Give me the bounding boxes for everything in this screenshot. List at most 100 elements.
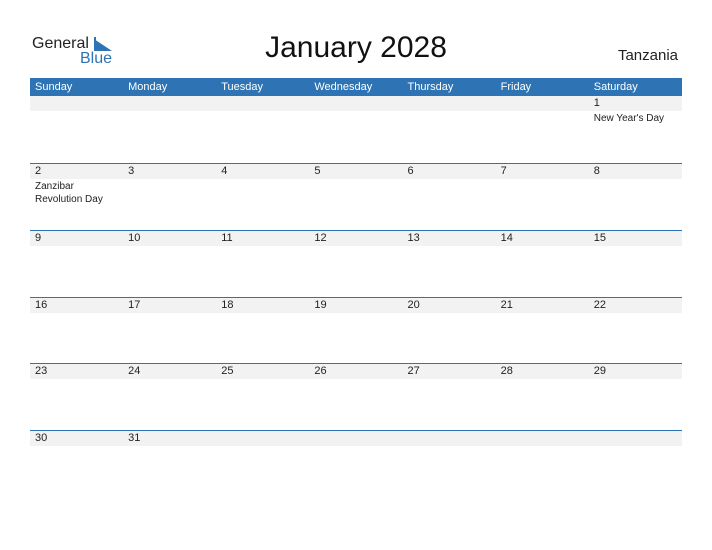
day-cell: 24 [123, 364, 216, 380]
day-cell: 1 New Year's Day [589, 96, 682, 125]
day-number [314, 96, 402, 111]
day-number [501, 431, 589, 446]
day-cell: 14 [496, 231, 589, 247]
weekday-sunday: Sunday [35, 81, 73, 93]
day-cell: 22 [589, 298, 682, 314]
day-number: 31 [128, 432, 141, 444]
day-number: 25 [221, 365, 234, 377]
day-number: 20 [407, 299, 420, 311]
day-cell: 6 [403, 164, 496, 206]
day-cell: 18 [216, 298, 309, 314]
day-number [35, 96, 123, 111]
holiday-label: New Year's Day [593, 113, 665, 124]
day-number [221, 431, 309, 446]
day-cell: 21 [496, 298, 589, 314]
day-cell: 17 [123, 298, 216, 314]
week-row: 16 17 18 19 20 21 22 [30, 297, 682, 364]
day-cell: 19 [309, 298, 402, 314]
day-cell: 26 [309, 364, 402, 380]
country-label: Tanzania [617, 47, 678, 64]
week-cells: 30 31 [30, 431, 682, 447]
day-cell: 27 [403, 364, 496, 380]
day-cell: 30 [30, 431, 123, 447]
day-number: 29 [593, 365, 606, 377]
day-cell [216, 96, 309, 125]
day-number: 14 [500, 232, 513, 244]
day-number: 23 [35, 365, 48, 377]
day-number: 6 [407, 165, 414, 177]
day-cell: 29 [589, 364, 682, 380]
day-cell: 15 [589, 231, 682, 247]
day-cell: 23 [30, 364, 123, 380]
weekday-saturday: Saturday [593, 81, 638, 93]
day-number: 26 [314, 365, 327, 377]
day-cell: 25 [216, 364, 309, 380]
day-number [408, 96, 496, 111]
day-cell [309, 431, 402, 447]
day-number: 5 [314, 165, 321, 177]
day-number [408, 431, 496, 446]
day-cell [123, 96, 216, 125]
day-number: 15 [593, 232, 606, 244]
day-number: 28 [500, 365, 513, 377]
day-cell: 10 [123, 231, 216, 247]
weekday-thursday: Thursday [407, 81, 454, 93]
day-cell [496, 96, 589, 125]
day-number: 18 [221, 299, 234, 311]
day-cell: 12 [309, 231, 402, 247]
day-cell: 9 [30, 231, 123, 247]
day-cell: 2 Zanzibar Revolution Day [30, 164, 123, 206]
weekday-wednesday: Wednesday [314, 81, 373, 93]
week-cells: 1 New Year's Day [30, 96, 682, 125]
weekday-monday: Monday [128, 81, 168, 93]
day-cell: 5 [309, 164, 402, 206]
day-number: 13 [407, 232, 420, 244]
day-cell: 8 [589, 164, 682, 206]
day-cell [403, 431, 496, 447]
day-cell: 11 [216, 231, 309, 247]
day-number: 1 [593, 97, 600, 109]
day-number: 22 [593, 299, 606, 311]
day-number: 24 [128, 365, 141, 377]
day-cell: 13 [403, 231, 496, 247]
day-number: 10 [128, 232, 141, 244]
week-row: 30 31 [30, 430, 682, 497]
day-cell: 16 [30, 298, 123, 314]
day-cell [309, 96, 402, 125]
day-number: 16 [35, 299, 48, 311]
day-cell: 31 [123, 431, 216, 447]
day-number [594, 431, 682, 446]
day-cell: 4 [216, 164, 309, 206]
weekday-tuesday: Tuesday [221, 81, 264, 93]
day-cell [496, 431, 589, 447]
day-number: 30 [35, 432, 48, 444]
day-number: 27 [407, 365, 420, 377]
week-row: 9 10 11 12 13 14 15 [30, 230, 682, 297]
weekday-header: Sunday Monday Tuesday Wednesday Thursday… [30, 78, 682, 96]
day-number [128, 96, 216, 111]
day-number: 2 [35, 165, 42, 177]
day-number [314, 431, 402, 446]
day-number: 19 [314, 299, 327, 311]
day-number: 4 [221, 165, 228, 177]
day-number: 3 [128, 165, 135, 177]
week-cells: 16 17 18 19 20 21 22 [30, 298, 682, 314]
weekday-friday: Friday [500, 81, 532, 93]
day-cell [403, 96, 496, 125]
day-number: 8 [593, 165, 600, 177]
day-number: 12 [314, 232, 327, 244]
week-row: 23 24 25 26 27 28 29 [30, 363, 682, 430]
week-cells: 2 Zanzibar Revolution Day 3 4 5 6 7 8 [30, 164, 682, 206]
day-number: 17 [128, 299, 141, 311]
day-number: 9 [35, 232, 42, 244]
week-cells: 9 10 11 12 13 14 15 [30, 231, 682, 247]
day-cell: 3 [123, 164, 216, 206]
day-number: 11 [221, 232, 233, 244]
day-cell: 7 [496, 164, 589, 206]
day-cell: 28 [496, 364, 589, 380]
week-cells: 23 24 25 26 27 28 29 [30, 364, 682, 380]
day-cell [216, 431, 309, 447]
day-number [501, 96, 589, 111]
day-cell: 20 [403, 298, 496, 314]
day-number: 7 [500, 165, 507, 177]
